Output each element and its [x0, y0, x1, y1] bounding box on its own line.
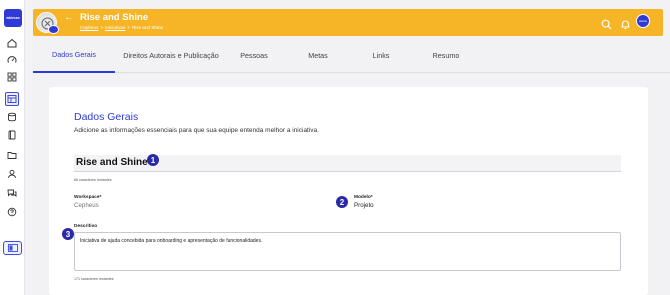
initiatives-icon[interactable]: [5, 92, 19, 106]
user-icon[interactable]: [5, 167, 19, 181]
breadcrumb-workspace[interactable]: Cepheus: [80, 25, 98, 30]
tab-dados-gerais[interactable]: Dados Gerais: [33, 39, 115, 73]
section-title: Dados Gerais: [74, 111, 139, 123]
breadcrumb-current: Rise and Shine: [131, 25, 164, 30]
tab-resumo[interactable]: Resumo: [421, 39, 471, 73]
tab-bar: Dados Gerais Direitos Autorais e Publica…: [33, 39, 670, 73]
home-icon[interactable]: [5, 36, 19, 50]
workspace-value: Cepheus: [74, 202, 99, 209]
descritivo-textarea[interactable]: Iniciativa de ajuda concebida para onboa…: [74, 232, 621, 271]
sidebar: wkimax: [0, 0, 25, 295]
page-title: Rise and Shine: [80, 12, 149, 23]
tab-pessoas[interactable]: Pessoas: [229, 39, 279, 73]
gauge-icon[interactable]: [5, 53, 19, 67]
marker-2: 2: [336, 196, 348, 208]
initiative-header: ← Rise and Shine Cepheus > Iniciativas > Ris…: [33, 9, 663, 36]
marker-1: 1: [147, 154, 159, 166]
database-icon[interactable]: [5, 110, 19, 124]
modelo-label: Modelo*: [354, 195, 373, 200]
breadcrumb-initiatives[interactable]: Iniciativas: [105, 25, 125, 30]
collapse-sidebar-icon[interactable]: [3, 241, 22, 255]
grid-icon[interactable]: [5, 70, 19, 84]
back-arrow-icon[interactable]: ←: [64, 13, 74, 23]
book-icon[interactable]: [5, 128, 19, 142]
form-card: Dados Gerais Adicione as informações ess…: [49, 87, 648, 295]
chat-icon[interactable]: [5, 186, 19, 200]
tab-metas[interactable]: Metas: [295, 39, 341, 73]
workspace-badge: [48, 25, 59, 34]
app-logo[interactable]: wkimax: [4, 9, 22, 27]
descritivo-label: Descritivo: [74, 224, 98, 229]
marker-3: 3: [62, 228, 74, 240]
tab-direitos-autorais[interactable]: Direitos Autorais e Publicação: [119, 39, 223, 73]
breadcrumb: Cepheus > Iniciativas > Rise and Shine: [80, 25, 164, 30]
bell-icon[interactable]: [620, 17, 631, 30]
folder-icon[interactable]: [5, 148, 19, 162]
search-icon[interactable]: [601, 17, 612, 30]
descritivo-char-counter: 171 caracteres restantes: [74, 277, 114, 281]
modelo-value: Projeto: [354, 202, 374, 209]
workspace-label: Workspace*: [74, 195, 102, 200]
help-icon[interactable]: [5, 205, 19, 219]
section-subtitle: Adicione as informações essenciais para …: [74, 127, 319, 134]
name-char-counter: 66 caracteres restantes: [74, 178, 112, 182]
user-avatar[interactable]: wkimax: [636, 14, 650, 28]
tab-links[interactable]: Links: [361, 39, 401, 73]
